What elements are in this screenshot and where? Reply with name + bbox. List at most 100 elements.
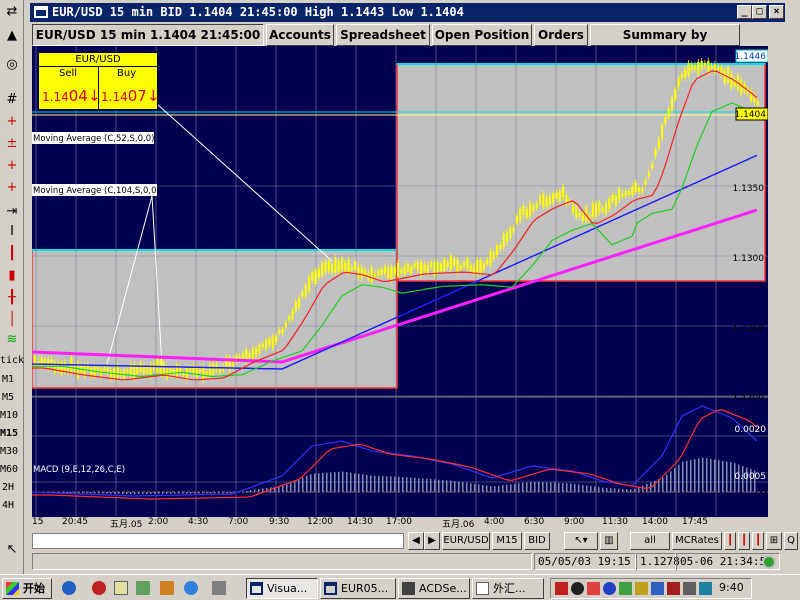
grid-icon[interactable]: #: [2, 90, 22, 108]
timeframe-m10[interactable]: M10: [0, 410, 24, 421]
indicator-bars-button[interactable]: ┃: [724, 532, 736, 550]
close-button[interactable]: ×: [769, 5, 784, 19]
timeframe-m30[interactable]: M30: [0, 446, 24, 457]
crosshair-red-icon[interactable]: ±: [2, 134, 22, 152]
timeframe-m15[interactable]: M15: [0, 428, 24, 439]
candle-body: [103, 367, 106, 372]
timeframe-tick[interactable]: tick: [0, 355, 24, 366]
horizontal-scrollbar[interactable]: [32, 533, 404, 549]
tray-icon-2[interactable]: [571, 582, 584, 595]
candle-body: [677, 78, 680, 88]
crosshair-icon[interactable]: +: [2, 112, 22, 130]
q-button[interactable]: Q: [784, 532, 798, 550]
mcrates-button[interactable]: MCRates: [672, 532, 722, 550]
indent-icon[interactable]: ⇥: [2, 202, 22, 220]
timeframe-m5[interactable]: M5: [2, 392, 26, 403]
tray-icon-7[interactable]: [651, 582, 664, 595]
scroll-next-button[interactable]: ▶: [424, 532, 440, 550]
wave-icon[interactable]: ≋: [2, 330, 22, 348]
tray-icon-5[interactable]: [619, 582, 632, 595]
all-button[interactable]: all: [630, 532, 670, 550]
time-label: 12:00: [307, 517, 333, 527]
macd-bar: [642, 485, 644, 493]
symbol-button[interactable]: EUR/USD: [442, 532, 490, 550]
cursor-i-icon[interactable]: Ⅰ: [2, 222, 22, 240]
tab-chart[interactable]: EUR/USD 15 min 1.1404 21:45:00: [32, 24, 264, 46]
candle-body: [443, 259, 446, 272]
tab-spreadsheet[interactable]: Spreadsheet: [336, 24, 430, 46]
left-toolbar: ⇄ ▲ ◎ # + ± + + ⇥ Ⅰ ┃ ▮ ╂ │ ≋ tick M1 M5…: [0, 0, 24, 575]
tab-open-position[interactable]: Open Position: [432, 24, 532, 46]
tab-accounts[interactable]: Accounts: [266, 24, 334, 46]
tray-icon-9[interactable]: [683, 582, 696, 595]
task-forex[interactable]: 外汇...: [472, 578, 544, 599]
pointer-tool-button[interactable]: ↖▾: [564, 532, 598, 550]
scroll-first-button[interactable]: ◀: [408, 532, 424, 550]
arrow-up-icon[interactable]: ▲: [2, 26, 22, 44]
tray-icon-4[interactable]: [603, 582, 616, 595]
tray-icon-3[interactable]: [587, 582, 600, 595]
bar-chart-icon[interactable]: ▮: [2, 266, 22, 284]
macd-bar: [402, 477, 404, 493]
price-chart[interactable]: 1.1350 1.1300 1.1250 1.1200 1.1446 1.140…: [32, 46, 768, 522]
minimize-button[interactable]: _: [737, 5, 752, 19]
buy-price[interactable]: 1.1407: [101, 87, 147, 105]
time-label: 9:30: [269, 517, 290, 527]
cross-line-icon[interactable]: +: [2, 156, 22, 174]
quicklaunch-tool-icon[interactable]: [136, 581, 150, 595]
timeframe-4h[interactable]: 4H: [2, 500, 26, 511]
sell-price[interactable]: 1.1404: [42, 87, 88, 105]
timeframe-m60[interactable]: M60: [0, 464, 24, 475]
tray-icon-1[interactable]: [555, 582, 568, 595]
task-eur05[interactable]: EUR05...: [320, 578, 396, 599]
macd-bar: [450, 480, 452, 493]
task-acdsee[interactable]: ACDSe...: [398, 578, 470, 599]
quicklaunch-ie-icon[interactable]: [62, 581, 76, 595]
timeframe-m1[interactable]: M1: [2, 374, 26, 385]
zoom-button[interactable]: ▥: [600, 532, 618, 550]
line-icon[interactable]: │: [2, 310, 22, 328]
candle-body: [727, 67, 730, 83]
indicator-line-button[interactable]: ┃: [752, 532, 764, 550]
macd-bar: [682, 461, 684, 493]
quicklaunch-desktop-icon[interactable]: [212, 581, 226, 595]
candle-body: [674, 89, 677, 100]
target-icon[interactable]: ◎: [2, 55, 22, 73]
macd-bar: [90, 492, 92, 494]
tab-summary[interactable]: Summary by accounts: [590, 24, 740, 62]
task-visual[interactable]: Visua...: [246, 578, 318, 599]
macd-bar: [478, 484, 480, 493]
quicklaunch-app-icon[interactable]: [92, 581, 106, 595]
timeframe-2h[interactable]: 2H: [2, 482, 26, 493]
macd-bar: [662, 477, 664, 493]
ma2-label: Moving Average (C,104,S,0,0): [33, 186, 160, 196]
chart-style-button[interactable]: ⊞: [766, 532, 782, 550]
maximize-button[interactable]: □: [752, 5, 767, 19]
tab-orders[interactable]: Orders: [534, 24, 588, 46]
pointer-icon[interactable]: ↖: [2, 540, 22, 558]
volume-icon[interactable]: [699, 582, 712, 595]
quicklaunch-browser-icon[interactable]: [184, 581, 198, 595]
window-title-bar: EUR/USD 15 min BID 1.1404 21:45:00 High …: [30, 3, 785, 22]
swap-icon[interactable]: ⇄: [2, 2, 22, 20]
ohlc-icon[interactable]: ╂: [2, 288, 22, 306]
macd-bar: [514, 483, 516, 493]
quicklaunch-media-icon[interactable]: [160, 581, 174, 595]
candle-body: [248, 352, 251, 358]
indicator-candle-button[interactable]: ┃: [738, 532, 750, 550]
bid-button[interactable]: BID: [524, 532, 550, 550]
tray-icon-6[interactable]: [635, 582, 648, 595]
period-button[interactable]: M15: [492, 532, 522, 550]
price-box[interactable]: EUR/USD Sell Buy 1.1404 1.1407 ↓ ↓: [38, 52, 160, 110]
cross-icon[interactable]: +: [2, 178, 22, 196]
quicklaunch-folder-icon[interactable]: [114, 581, 128, 595]
macd-bar: [170, 492, 172, 494]
start-button[interactable]: 开始: [2, 578, 52, 599]
candle-body: [453, 258, 456, 267]
candle-icon[interactable]: ┃: [2, 244, 22, 262]
tray-icon-8[interactable]: [667, 582, 680, 595]
time-label: 15: [32, 517, 44, 527]
sell-label: Sell: [59, 68, 78, 79]
macd-bar: [354, 473, 356, 493]
macd-bar: [486, 485, 488, 493]
